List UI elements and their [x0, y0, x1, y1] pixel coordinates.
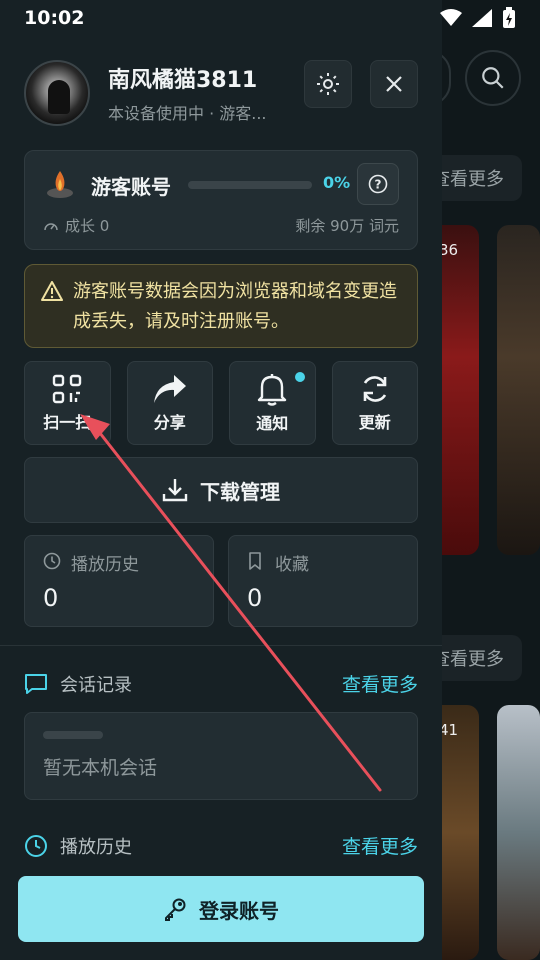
quick-actions: 扫一扫 分享 通知 更新 [24, 361, 418, 445]
play-history-label: 播放历史 [71, 555, 139, 575]
login-label: 登录账号 [199, 898, 279, 923]
background-poster-4 [497, 705, 540, 960]
status-bar: 10:02 [0, 0, 540, 36]
sessions-empty-state: 暂无本机会话 [24, 712, 418, 800]
side-drawer: 南风橘猫3811 本设备使用中 · 游客... 游客账号 0% ? 成长 0 剩… [0, 0, 442, 960]
history-title: 播放历史 [60, 836, 132, 858]
update-button[interactable]: 更新 [331, 361, 418, 445]
growth-progress-bar [188, 181, 312, 189]
progress-percent: 0% [323, 173, 351, 192]
favorites-card[interactable]: 收藏 0 [228, 535, 418, 627]
sun-icon [317, 73, 339, 95]
share-button[interactable]: 分享 [126, 361, 213, 445]
scan-button[interactable]: 扫一扫 [24, 361, 111, 445]
chat-icon [25, 673, 47, 694]
username: 南风橘猫3811 [108, 68, 258, 93]
battery-icon [503, 7, 515, 28]
login-footer: 登录账号 [0, 860, 442, 960]
share-label: 分享 [153, 413, 186, 432]
divider [0, 645, 442, 646]
sessions-empty-text: 暂无本机会话 [43, 757, 158, 779]
notification-dot [294, 372, 305, 382]
theme-toggle-button[interactable] [304, 60, 352, 108]
remaining-tokens: 剩余 90万 词元 [295, 217, 399, 235]
wifi-icon [440, 9, 462, 26]
warning-icon [41, 281, 63, 301]
growth-value: 成长 0 [65, 217, 110, 235]
placeholder-bar [43, 731, 103, 739]
data-loss-warning: 游客账号数据会因为浏览器和域名变更造成丢失，请及时注册账号。 [24, 264, 418, 348]
update-label: 更新 [358, 413, 391, 432]
growth-info: 成长 0 [43, 215, 109, 236]
scan-label: 扫一扫 [43, 413, 92, 432]
sessions-title: 会话记录 [60, 674, 132, 696]
svg-text:?: ? [375, 178, 382, 192]
clock-icon [43, 552, 61, 570]
background-poster-2 [497, 225, 540, 555]
qr-code-icon [53, 374, 82, 404]
close-drawer-button[interactable] [370, 60, 418, 108]
sessions-header: 会话记录 查看更多 [24, 670, 418, 697]
notifications-button[interactable]: 通知 [229, 361, 316, 445]
history-see-more-link[interactable]: 查看更多 [342, 832, 418, 859]
bookmark-icon [249, 552, 261, 570]
search-icon [482, 67, 504, 89]
guest-account-title: 游客账号 [91, 175, 171, 199]
login-button[interactable]: 登录账号 [18, 876, 424, 942]
help-button[interactable]: ? [357, 163, 399, 205]
guest-account-card[interactable]: 游客账号 0% ? 成长 0 剩余 90万 词元 [24, 150, 418, 250]
play-history-card[interactable]: 播放历史 0 [24, 535, 214, 627]
campfire-icon [47, 171, 73, 198]
download-manager-label: 下载管理 [200, 479, 280, 504]
close-icon [386, 76, 402, 92]
device-status: 本设备使用中 · 游客... [108, 104, 267, 123]
profile-header: 南风橘猫3811 本设备使用中 · 游客... [24, 60, 267, 126]
key-icon [165, 898, 186, 921]
clock-icon [25, 834, 47, 857]
share-icon [153, 375, 186, 403]
refresh-icon [363, 376, 387, 402]
signal-icon [472, 9, 492, 27]
notifications-label: 通知 [256, 414, 289, 433]
bell-icon [258, 374, 287, 406]
status-time: 10:02 [24, 7, 85, 29]
favorites-count: 0 [247, 584, 263, 612]
background-search-button [465, 50, 521, 106]
play-history-count: 0 [43, 584, 59, 612]
favorites-label: 收藏 [275, 555, 309, 575]
question-icon: ? [368, 174, 388, 194]
status-icons [440, 7, 516, 29]
avatar[interactable] [24, 60, 90, 126]
warning-text: 游客账号数据会因为浏览器和域名变更造成丢失，请及时注册账号。 [73, 281, 397, 332]
gauge-icon [44, 222, 58, 230]
download-manager-button[interactable]: 下载管理 [24, 457, 418, 523]
download-icon [162, 479, 188, 502]
history-header: 播放历史 查看更多 [24, 832, 418, 859]
sessions-see-more-link[interactable]: 查看更多 [342, 670, 418, 697]
